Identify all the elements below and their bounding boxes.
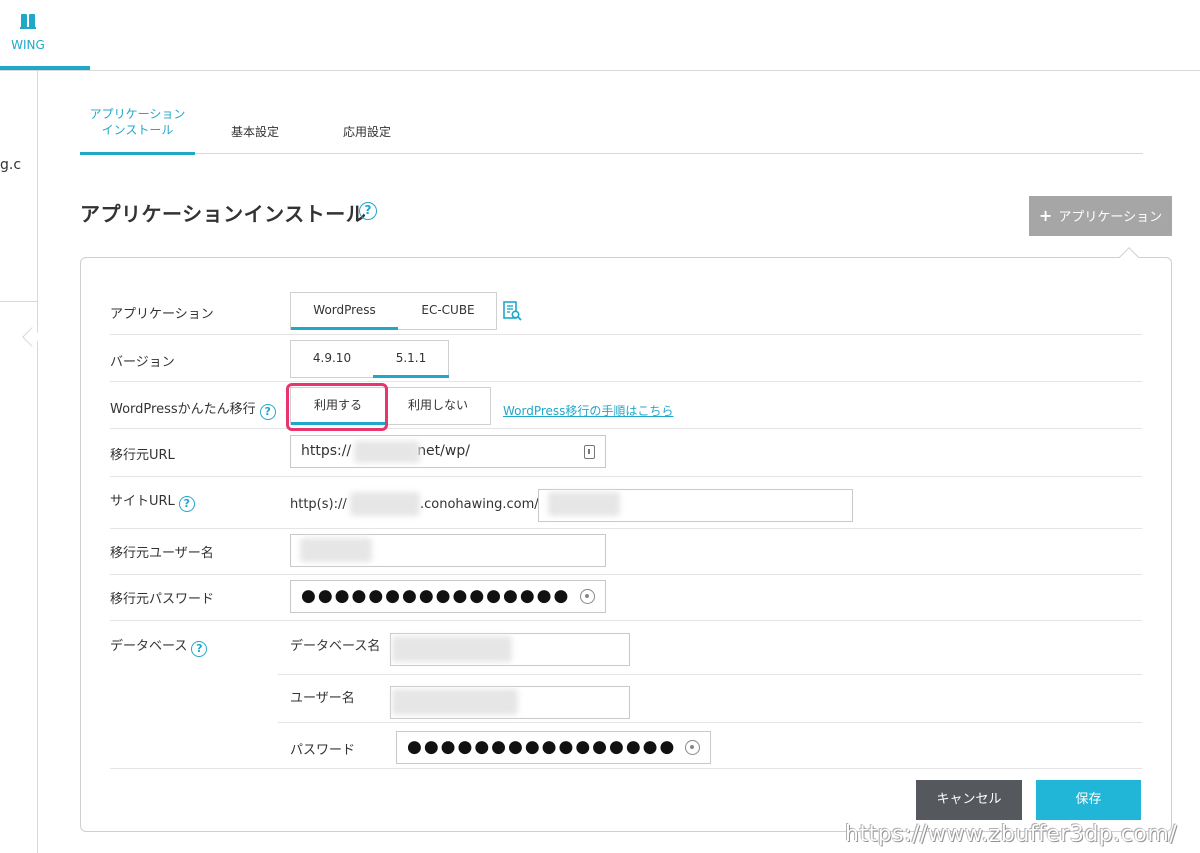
page-title: アプリケーションインストール (80, 202, 367, 226)
document-search-icon[interactable] (502, 301, 522, 321)
button-label: アプリケーション (1058, 210, 1163, 225)
database-label: データベース? (110, 635, 208, 657)
add-application-button[interactable]: + アプリケーション (1029, 196, 1172, 236)
tab-app-install[interactable]: アプリケーション インストール (80, 100, 195, 155)
source-user-label: 移行元ユーザー名 (110, 546, 214, 561)
database-label-text: データベース (110, 639, 188, 654)
site-url-domain: .conohawing.com/ (420, 497, 539, 512)
redacted-area (392, 689, 518, 715)
redacted-area (300, 538, 372, 562)
help-icon[interactable]: ? (178, 496, 195, 512)
help-icon[interactable]: ? (259, 404, 276, 420)
source-url-input[interactable]: https:// net/wp/ (290, 435, 606, 468)
database-user-label: ユーザー名 (290, 691, 355, 706)
settings-tabs: アプリケーション インストール 基本設定 応用設定 (80, 100, 1143, 155)
paste-icon[interactable] (584, 445, 595, 459)
side-panel: g.c (0, 71, 38, 853)
migration-label-text: WordPressかんたん移行 (110, 402, 256, 417)
top-bar: WING (0, 0, 1200, 71)
row-divider (110, 334, 1142, 335)
redacted-area (392, 636, 512, 662)
option-version-4-9-10[interactable]: 4.9.10 (291, 341, 373, 378)
tab-basic-settings[interactable]: 基本設定 (220, 100, 290, 154)
help-icon[interactable]: ? (191, 641, 208, 657)
tab-label-line1: アプリケーション (89, 107, 186, 121)
show-password-icon[interactable] (685, 740, 700, 755)
site-url-prefix: http(s):// (290, 497, 347, 512)
annotation-highlight (286, 383, 388, 431)
cancel-button[interactable]: キャンセル (916, 780, 1022, 820)
row-divider (110, 528, 1142, 529)
watermark: https://www.zbuffer3dp.com/ (845, 822, 1178, 847)
row-divider (278, 722, 1142, 723)
database-password-label: パスワード (290, 743, 356, 758)
site-url-label: サイトURL? (110, 490, 195, 512)
row-divider (110, 768, 1142, 769)
tab-advanced-settings[interactable]: 応用設定 (332, 100, 402, 154)
brand-label: WING (11, 38, 45, 52)
wing-nav-item[interactable]: WING (0, 0, 90, 71)
tab-label-line2: インストール (101, 123, 174, 137)
version-selector: 4.9.10 5.1.1 (290, 340, 449, 378)
url-prefix: https:// (301, 443, 352, 459)
option-wordpress[interactable]: WordPress (291, 293, 398, 330)
row-divider (110, 476, 1142, 477)
plus-icon: + (1038, 206, 1053, 225)
row-divider (110, 620, 1142, 621)
redacted-area (350, 492, 420, 516)
option-no-migration[interactable]: 利用しない (385, 388, 491, 425)
database-name-label: データベース名 (290, 639, 381, 654)
password-mask: ●●●●●●●●●●●●●●●● (407, 737, 677, 757)
option-ec-cube[interactable]: EC-CUBE (398, 293, 498, 330)
application-label: アプリケーション (110, 307, 214, 322)
server-icon (20, 14, 36, 29)
site-url-label-text: サイトURL (110, 494, 175, 509)
source-url-label: 移行元URL (110, 448, 175, 463)
application-selector: WordPress EC-CUBE (290, 292, 497, 330)
tab-label: 応用設定 (342, 125, 391, 139)
migration-label: WordPressかんたん移行? (110, 398, 276, 420)
version-label: バージョン (110, 355, 175, 370)
save-button[interactable]: 保存 (1036, 780, 1141, 820)
side-panel-domain-text: g.c (0, 157, 22, 173)
side-panel-section: g.c (0, 71, 38, 302)
option-version-5-1-1[interactable]: 5.1.1 (373, 341, 449, 378)
show-password-icon[interactable] (580, 589, 595, 604)
source-password-label: 移行元パスワード (110, 592, 215, 607)
redacted-area (354, 441, 420, 463)
row-divider (278, 674, 1142, 675)
migration-guide-link[interactable]: WordPress移行の手順はこちら (503, 402, 673, 419)
source-password-input[interactable]: ●●●●●●●●●●●●●●●● (290, 580, 606, 613)
redacted-area (548, 492, 620, 516)
row-divider (110, 428, 1142, 429)
help-icon[interactable]: ? (359, 202, 377, 220)
row-divider (110, 574, 1142, 575)
password-mask: ●●●●●●●●●●●●●●●● (301, 586, 571, 606)
row-divider (110, 381, 1142, 382)
active-indicator (0, 66, 90, 70)
tab-label: 基本設定 (230, 125, 279, 139)
url-suffix: net/wp/ (417, 443, 470, 459)
database-password-input[interactable]: ●●●●●●●●●●●●●●●● (396, 731, 711, 764)
